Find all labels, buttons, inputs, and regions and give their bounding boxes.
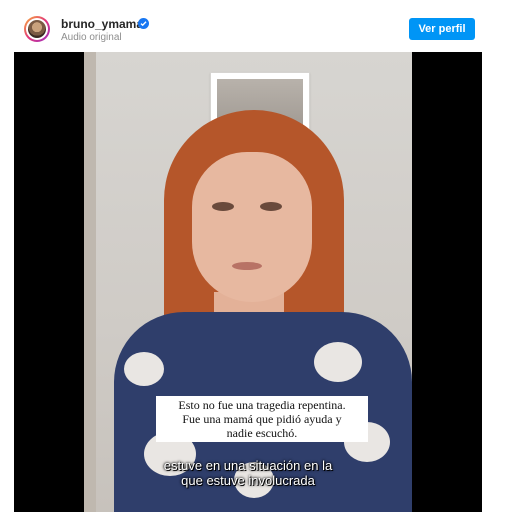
avatar-image xyxy=(28,20,46,38)
left-eye xyxy=(212,202,234,211)
avatar-ring-inner xyxy=(26,18,48,40)
verified-badge-icon xyxy=(138,18,149,29)
caption-line: nadie escuchó. xyxy=(226,426,298,440)
caption-line: Esto no fue una tragedia repentina. xyxy=(178,398,346,412)
video-subtitle: estuve en una situación en la que estuve… xyxy=(14,458,482,488)
door-edge xyxy=(84,52,96,512)
subtitle-line: que estuve involucrada xyxy=(181,473,315,488)
avatar[interactable] xyxy=(24,16,50,42)
shirt-flower xyxy=(124,352,164,386)
video-player[interactable]: Esto no fue una tragedia repentina. Fue … xyxy=(14,52,482,512)
username[interactable]: bruno_ymama xyxy=(61,17,143,31)
video-caption: Esto no fue una tragedia repentina. Fue … xyxy=(156,396,368,442)
shirt-flower xyxy=(314,342,362,382)
face xyxy=(192,152,312,302)
post-header: bruno_ymama Audio original Ver perfil xyxy=(0,0,507,52)
right-eye xyxy=(260,202,282,211)
view-profile-button[interactable]: Ver perfil xyxy=(409,18,475,40)
mouth xyxy=(232,262,262,270)
audio-label[interactable]: Audio original xyxy=(61,32,122,43)
subtitle-line: estuve en una situación en la xyxy=(163,458,333,473)
video-frame xyxy=(84,52,412,512)
caption-line: Fue una mamá que pidió ayuda y xyxy=(182,412,342,426)
